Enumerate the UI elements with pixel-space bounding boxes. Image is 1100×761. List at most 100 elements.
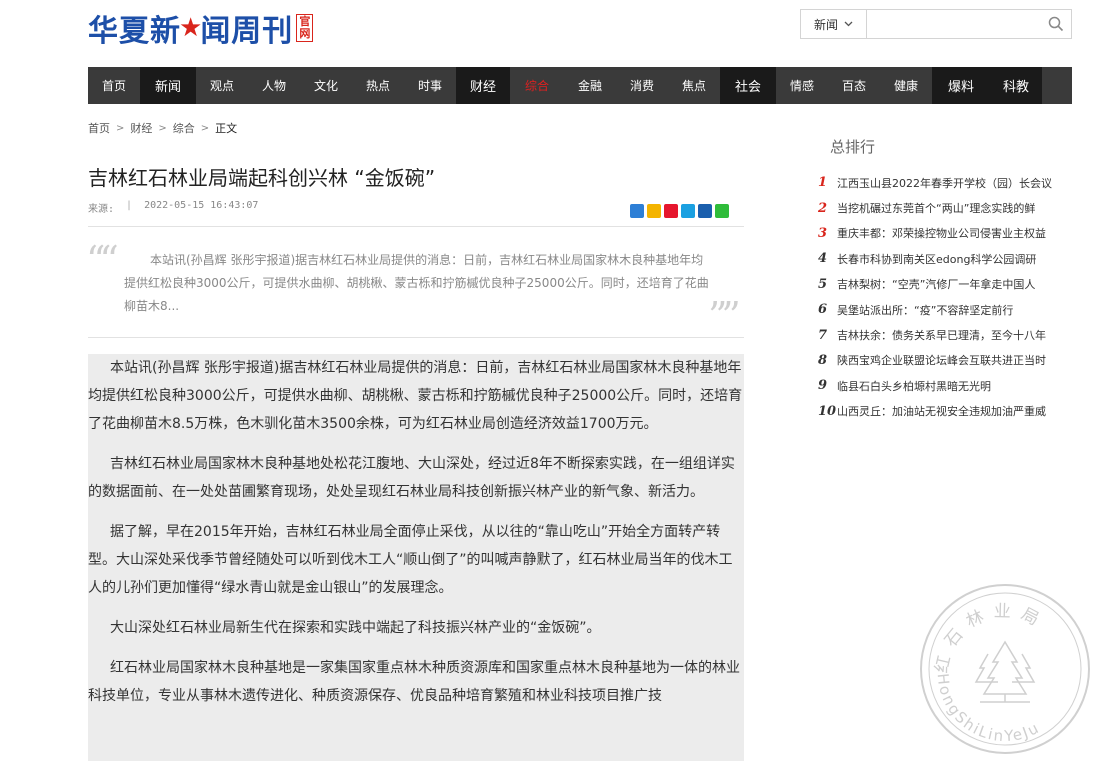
quote-close-icon: ”” xyxy=(708,294,741,338)
ranking-number: 2 xyxy=(818,200,828,216)
share-wechat-icon[interactable] xyxy=(715,204,729,218)
ranking-number: 3 xyxy=(818,225,828,241)
ranking-number: 1 xyxy=(818,175,828,191)
share-renren-icon[interactable] xyxy=(698,204,712,218)
search-category-select[interactable]: 新闻 xyxy=(801,10,867,38)
publish-datetime: 2022-05-15 16:43:07 xyxy=(144,200,259,211)
nav-item[interactable]: 文化 xyxy=(300,67,352,104)
nav-item[interactable]: 首页 xyxy=(88,67,140,104)
nav-item[interactable]: 综合 xyxy=(510,67,564,104)
ranking-link[interactable]: 长春市科协到南关区edong科学公园调研 xyxy=(837,251,1036,267)
ranking-item[interactable]: 7 吉林扶余：债务关系早已理清，至今十八年 xyxy=(818,322,1068,347)
ranking-item[interactable]: 9 临县石白头乡柏塬村黑暗无光明 xyxy=(818,373,1068,398)
meta-separator: | xyxy=(126,200,133,211)
breadcrumb-current: 正文 xyxy=(215,122,238,135)
nav-item[interactable]: 新闻 xyxy=(140,67,196,104)
nav-item[interactable]: 时事 xyxy=(404,67,456,104)
ranking-link[interactable]: 陕西宝鸡企业联盟论坛峰会互联共进正当时 xyxy=(837,352,1046,368)
logo-text-part2: 闻周刊 xyxy=(200,14,294,49)
breadcrumb-home[interactable]: 首页 xyxy=(88,120,110,136)
ranking-number: 7 xyxy=(818,327,828,343)
search-icon xyxy=(1048,16,1064,32)
title-divider xyxy=(88,226,744,227)
forestry-bureau-seal-watermark: 红石林业局 HongShiLinYeJu xyxy=(920,584,1090,754)
svg-text:红石林业局: 红石林业局 xyxy=(932,602,1050,675)
article-paragraph: 据了解，早在2015年开始，吉林红石林业局全面停止采伐，从以往的“靠山吃山”开始… xyxy=(88,524,733,596)
ranking-link[interactable]: 临县石白头乡柏塬村黑暗无光明 xyxy=(837,378,991,394)
chevron-right-icon: > xyxy=(158,122,167,134)
nav-item[interactable]: 社会 xyxy=(720,67,776,104)
ranking-item[interactable]: 8 陕西宝鸡企业联盟论坛峰会互联共进正当时 xyxy=(818,348,1068,373)
ranking-number: 8 xyxy=(818,352,828,368)
ranking-title: 总排行 xyxy=(830,138,876,156)
nav-item[interactable]: 百态 xyxy=(828,67,880,104)
share-bar xyxy=(630,204,729,218)
ranking-item[interactable]: 5 吉林梨树：“空壳”汽修厂一年拿走中国人 xyxy=(818,272,1068,297)
nav-item[interactable]: 健康 xyxy=(880,67,932,104)
ranking-link[interactable]: 吴堡站派出所：“疫”不容辞坚定前行 xyxy=(837,302,1013,318)
svg-text:HongShiLinYeJu: HongShiLinYeJu xyxy=(934,673,1043,746)
seal-tree-icon xyxy=(974,640,1036,703)
article-paragraph: 吉林红石林业局国家林木良种基地处松花江腹地、大山深处，经过近8年不断探索实践，在… xyxy=(88,456,735,500)
share-tencent-icon[interactable] xyxy=(681,204,695,218)
summary-divider xyxy=(88,337,744,338)
article-title: 吉林红石林业局端起科创兴林 “金饭碗” xyxy=(88,166,436,190)
ranking-link[interactable]: 江西玉山县2022年春季开学校（园）长会议 xyxy=(837,175,1052,191)
logo-badge: 官 网 xyxy=(296,14,314,42)
share-qzone-icon[interactable] xyxy=(647,204,661,218)
chevron-right-icon: > xyxy=(200,122,210,134)
search-input[interactable] xyxy=(867,10,1041,38)
ranking-number: 4 xyxy=(818,251,828,267)
ranking-number: 9 xyxy=(818,378,828,394)
nav-item[interactable]: 观点 xyxy=(196,67,248,104)
nav-item[interactable]: 情感 xyxy=(776,67,828,104)
ranking-number: 10 xyxy=(818,403,837,419)
search-button[interactable] xyxy=(1041,10,1071,38)
search-bar: 新闻 xyxy=(800,9,1072,39)
nav-item[interactable]: 财经 xyxy=(456,67,510,104)
main-nav: 首页 新闻 观点 人物 文化 热点 时事 财经 综合 金融 消费 焦点 社会 情感 百态 健康 爆料 科教 xyxy=(88,67,1072,104)
chevron-right-icon: > xyxy=(116,122,125,134)
breadcrumb-finance[interactable]: 财经 xyxy=(130,120,152,136)
article-meta: 来源: | 2022-05-15 16:43:07 xyxy=(88,200,258,215)
ranking-item[interactable]: 2 当挖机碾过东莞首个“两山”理念实践的鲜 xyxy=(818,195,1068,220)
ranking-item[interactable]: 4 长春市科协到南关区edong科学公园调研 xyxy=(818,246,1068,271)
share-weibo-icon[interactable] xyxy=(664,204,678,218)
ranking-item[interactable]: 3 重庆丰都：邓荣操控物业公司侵害业主权益 xyxy=(818,221,1068,246)
seal-chinese-text: 红石林业局 xyxy=(932,602,1041,675)
source-label: 来源: xyxy=(88,204,115,215)
article-paragraph: 大山深处红石林业局新生代在探索和实践中端起了科技振兴林产业的“金饭碗”。 xyxy=(110,620,601,636)
ranking-link[interactable]: 重庆丰都：邓荣操控物业公司侵害业主权益 xyxy=(837,225,1046,241)
nav-item[interactable]: 金融 xyxy=(564,67,616,104)
ranking-item[interactable]: 1 江西玉山县2022年春季开学校（园）长会议 xyxy=(818,170,1068,195)
nav-item[interactable]: 焦点 xyxy=(668,67,720,104)
logo-star-icon: ★ xyxy=(179,13,203,43)
ranking-link[interactable]: 山西灵丘：加油站无视安全违规加油严重威 xyxy=(837,403,1046,419)
nav-item[interactable]: 消费 xyxy=(616,67,668,104)
nav-item[interactable]: 人物 xyxy=(248,67,300,104)
site-logo[interactable]: 华夏新 ★ 闻周刊 官 网 xyxy=(88,8,314,49)
nav-item[interactable]: 科教 xyxy=(990,67,1042,104)
ranking-number: 6 xyxy=(818,302,828,318)
nav-item[interactable]: 热点 xyxy=(352,67,404,104)
search-category-label: 新闻 xyxy=(813,17,838,32)
ranking-link[interactable]: 吉林梨树：“空壳”汽修厂一年拿走中国人 xyxy=(837,276,1035,292)
ranking-number: 5 xyxy=(818,276,828,292)
ranking-item[interactable]: 10 山西灵丘：加油站无视安全违规加油严重威 xyxy=(818,399,1068,424)
article-body: 本站讯(孙昌辉 张彤宇报道)据吉林红石林业局提供的消息：日前，吉林红石林业局国家… xyxy=(88,354,744,761)
ranking-item[interactable]: 6 吴堡站派出所：“疫”不容辞坚定前行 xyxy=(818,297,1068,322)
ranking-link[interactable]: 当挖机碾过东莞首个“两山”理念实践的鲜 xyxy=(837,200,1035,216)
breadcrumb: 首页 > 财经 > 综合 > 正文 xyxy=(88,120,237,136)
breadcrumb-general[interactable]: 综合 xyxy=(173,120,195,136)
logo-text-part1: 华夏新 xyxy=(88,14,181,49)
logo-badge-bottom: 网 xyxy=(299,27,311,40)
share-more-icon[interactable] xyxy=(630,204,644,218)
chevron-down-icon xyxy=(844,21,853,27)
quote-open-icon: ““ xyxy=(86,238,119,282)
seal-pinyin-text: HongShiLinYeJu xyxy=(934,673,1041,746)
article-paragraph: 红石林业局国家林木良种基地是一家集国家重点林木种质资源库和国家重点林木良种基地为… xyxy=(88,660,740,704)
ranking-list: 1 江西玉山县2022年春季开学校（园）长会议 2 当挖机碾过东莞首个“两山”理念实践… xyxy=(818,170,1068,424)
article-paragraph: 本站讯(孙昌辉 张彤宇报道)据吉林红石林业局提供的消息：日前，吉林红石林业局国家… xyxy=(88,360,743,432)
nav-item[interactable]: 爆料 xyxy=(932,67,990,104)
ranking-link[interactable]: 吉林扶余：债务关系早已理清，至今十八年 xyxy=(837,327,1046,343)
